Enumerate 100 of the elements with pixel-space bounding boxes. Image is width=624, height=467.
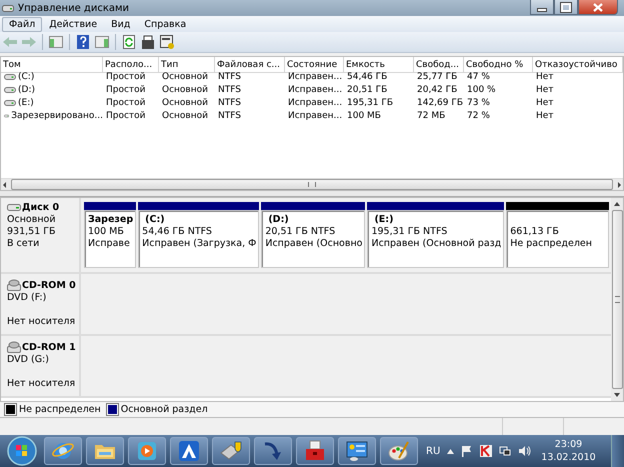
hard-drive-icon [7, 203, 21, 213]
toolbox-icon [303, 439, 327, 463]
legend-label: Не распределен [19, 404, 101, 415]
partition-label: (E:) [373, 214, 394, 226]
table-cell-text: 20,42 ГБ [416, 84, 458, 96]
flag-icon[interactable] [461, 445, 474, 457]
show-desktop-button[interactable] [611, 435, 624, 467]
scroll-down-icon[interactable] [613, 391, 621, 399]
horizontal-scrollbar[interactable] [1, 178, 623, 190]
column-header[interactable]: Тип [159, 57, 215, 73]
disk-detail: DVD (F:) [7, 292, 48, 304]
taskbar-button[interactable] [254, 437, 292, 465]
partition-box[interactable]: (C:) 54,46 ГБ NTFS Исправен (Загрузка, Ф [138, 210, 260, 268]
speaker-icon[interactable] [518, 445, 532, 457]
column-header[interactable]: Отказоустойчиво [533, 57, 623, 73]
minimize-button[interactable] [530, 0, 554, 15]
disk-detail: В сети [7, 238, 40, 250]
taskbar-button[interactable] [44, 437, 82, 465]
disk-name: CD-ROM 1 [22, 342, 76, 353]
taskbar-button[interactable] [212, 437, 250, 465]
disk-detail: Нет носителя [7, 316, 76, 328]
column-header[interactable]: Свобод... [414, 57, 464, 73]
table-cell: (C:) [18, 72, 34, 82]
menu-item[interactable]: Справка [137, 16, 194, 32]
disk-detail: Основной [7, 214, 57, 226]
scroll-left-icon[interactable] [1, 180, 9, 188]
disk-detail: DVD (G:) [7, 354, 50, 366]
partition-box[interactable]: Зарезер 100 МБ Исправе [84, 210, 136, 268]
network-icon[interactable] [499, 445, 512, 457]
optical-drive-icon [7, 340, 21, 353]
table-cell-text: Исправен... [287, 110, 344, 122]
partition-status: Исправен (Загрузка, Ф [142, 238, 256, 250]
table-cell-text: 47 % [466, 70, 491, 83]
panel-right-icon[interactable] [94, 34, 110, 50]
column-header[interactable]: Состояние [285, 57, 344, 73]
partition-size: 54,46 ГБ NTFS [142, 226, 213, 238]
disk-info-panel[interactable]: CD-ROM 0 DVD (F:) Нет носителя [1, 274, 81, 334]
table-cell-text: 54,46 ГБ [346, 70, 388, 83]
table-cell-text: Исправен... [287, 70, 344, 83]
up-caret-icon[interactable] [447, 448, 454, 454]
partition-box[interactable]: (D:) 20,51 ГБ NTFS Исправен (Основно [261, 210, 366, 268]
taskbar-button[interactable] [338, 437, 376, 465]
table-cell-text: Основной [161, 84, 209, 96]
table-cell-text: NTFS [217, 96, 242, 109]
disk-detail: Нет носителя [7, 378, 76, 390]
table-cell-text: 20,51 ГБ [346, 84, 388, 96]
column-header[interactable]: Том [1, 57, 103, 73]
triangle-app-icon [177, 439, 201, 463]
taskbar-button[interactable] [170, 437, 208, 465]
language-indicator[interactable]: RU [426, 446, 440, 456]
column-header[interactable]: Свободно % [464, 57, 533, 73]
disk-info-panel[interactable]: Диск 0 Основной 931,51 ГБ В сети [1, 198, 81, 272]
panel-left-icon[interactable] [48, 34, 64, 50]
scroll-up-icon[interactable] [613, 200, 621, 208]
column-header[interactable]: Файловая с... [215, 57, 285, 73]
clock[interactable]: 23:09 13.02.2010 [541, 438, 596, 464]
legend-label: Основной раздел [120, 404, 208, 415]
help-icon[interactable] [75, 34, 91, 50]
partition-box[interactable]: 661,13 ГБ Не распределен [506, 210, 609, 268]
start-orb-icon[interactable] [6, 435, 38, 467]
menu-item[interactable]: Вид [104, 16, 138, 32]
table-cell-text: 73 % [466, 96, 491, 109]
maximize-button[interactable] [554, 0, 578, 15]
printer-icon[interactable] [140, 34, 156, 50]
partition-status: Исправе [88, 238, 131, 250]
table-cell-text: NTFS [217, 84, 242, 96]
menu-item[interactable]: Файл [2, 16, 42, 32]
disk-info-panel[interactable]: CD-ROM 1 DVD (G:) Нет носителя [1, 336, 81, 396]
optical-drive-icon [7, 278, 21, 291]
partition-label: (C:) [144, 214, 166, 226]
taskbar-button[interactable] [86, 437, 124, 465]
table-cell: Зарезервировано... [11, 110, 103, 120]
menu-item[interactable]: Действие [42, 16, 104, 32]
table-cell-text: 25,77 ГБ [416, 70, 458, 83]
palette-icon [387, 439, 411, 463]
table-cell-text: Нет [535, 84, 555, 96]
scroll-right-icon[interactable] [615, 180, 623, 188]
table-cell-text: 72 % [466, 110, 491, 122]
column-header[interactable]: Располо... [103, 57, 159, 73]
close-icon[interactable] [593, 2, 603, 12]
table-cell-text: Нет [535, 96, 555, 109]
partition-label: (D:) [267, 214, 290, 226]
table-cell-text: 72 МБ [416, 110, 446, 122]
column-header[interactable]: Емкость [344, 57, 414, 73]
table-cell-text: Простой [105, 96, 147, 109]
play-icon [135, 439, 159, 463]
vertical-scrollbar[interactable] [611, 198, 623, 401]
table-cell: (D:) [18, 84, 35, 94]
close-button[interactable] [578, 0, 618, 15]
table-cell-text: 100 % [466, 84, 497, 96]
table-cell-text: Нет [535, 110, 555, 122]
table-cell-text: NTFS [217, 70, 242, 83]
partition-box[interactable]: (E:) 195,31 ГБ NTFS Исправен (Основной разд [367, 210, 504, 268]
partition-status: Не распределен [510, 238, 593, 250]
disk-detail: 931,51 ГБ [7, 226, 57, 238]
refresh-icon[interactable] [121, 34, 137, 50]
table-cell-text: 100 МБ [346, 110, 382, 122]
taskbar-button[interactable] [380, 437, 418, 465]
taskbar-button[interactable] [296, 437, 334, 465]
settings-icon[interactable] [159, 34, 175, 50]
